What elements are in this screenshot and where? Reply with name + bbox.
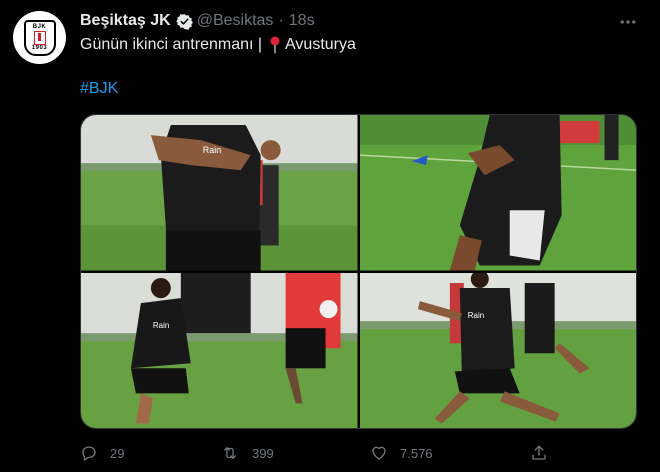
photo-training-4[interactable]: Rain [359,272,636,428]
reply-count: 29 [110,445,125,461]
tweet-text: Günün ikinci antrenmanı | Avusturya [80,36,356,54]
besiktas-crest-icon: BJK 1903 [23,19,56,56]
photo-3-jersey-text: Rain [153,321,169,330]
hashtag-link[interactable]: #BJK [80,80,118,98]
share-icon [532,445,546,460]
tweet-header: Beşiktaş JK @Besiktas · 18s [80,11,315,31]
retweet-button[interactable]: 399 [220,440,274,466]
retweet-icon [224,447,236,459]
tweet-text-main: Günün ikinci antrenmanı | [80,36,263,53]
display-name[interactable]: Beşiktaş JK [80,12,171,30]
like-button[interactable]: 7.576 [370,440,433,466]
tweet-text-location: Avusturya [285,36,356,53]
more-dots-icon [620,20,636,24]
photo-4-jersey-text: Rain [467,311,483,320]
photo-training-3[interactable]: Rain [81,272,358,428]
reply-icon [82,446,96,461]
timestamp[interactable]: 18s [289,12,315,30]
crest-top-text: BJK [32,23,47,30]
crest-flag-icon [33,30,46,45]
profile-avatar[interactable]: BJK 1903 [13,11,66,64]
reply-button[interactable]: 29 [80,440,124,466]
photo-training-1[interactable]: Rain [81,115,358,271]
retweet-count: 399 [252,445,274,461]
media-grid: Rain Rain Rain [80,114,637,429]
round-pushpin-icon [269,36,281,54]
heart-icon [372,446,386,460]
photo-1-jersey-text: Rain [203,145,221,155]
separator-dot: · [278,12,284,29]
crest-bottom-text: 1903 [31,44,48,51]
like-count: 7.576 [400,445,433,461]
photo-training-2[interactable] [359,115,636,271]
share-button[interactable] [530,440,560,466]
verified-badge-icon [175,13,193,30]
tweet-actions: 29 399 7.576 [80,440,640,466]
handle[interactable]: @Besiktas [197,12,274,30]
more-options-button[interactable] [612,10,644,34]
